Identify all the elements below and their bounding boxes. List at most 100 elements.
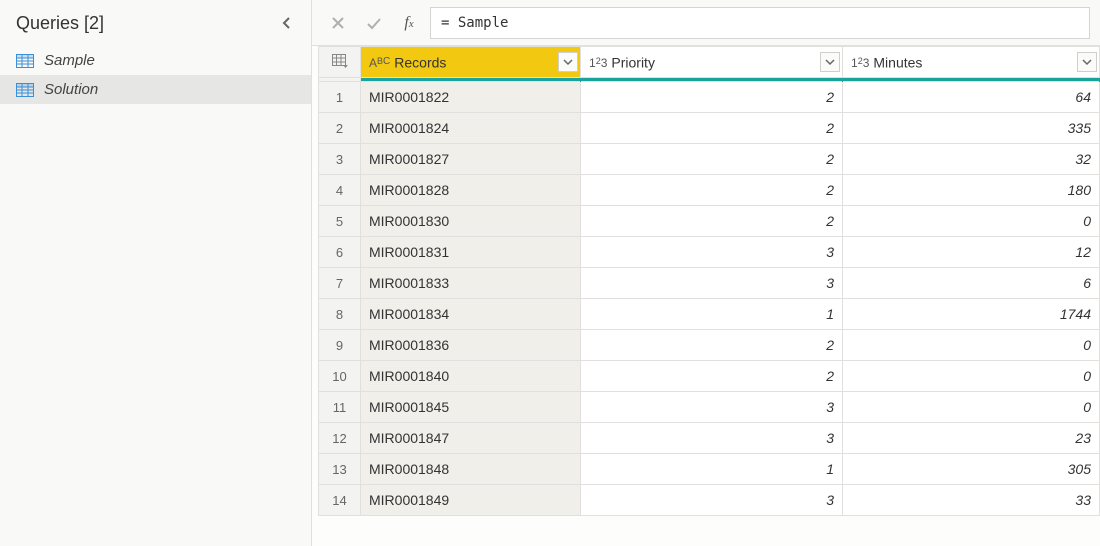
cell-records[interactable]: MIR0001831 xyxy=(361,237,581,268)
table-options-button[interactable] xyxy=(319,47,361,78)
cell-priority[interactable]: 2 xyxy=(581,113,843,144)
commit-formula-button[interactable] xyxy=(356,7,392,39)
row-number[interactable]: 4 xyxy=(319,175,361,206)
close-icon xyxy=(330,15,346,31)
cell-minutes[interactable]: 32 xyxy=(843,144,1100,175)
chevron-down-icon xyxy=(563,58,573,66)
main-area: fx xyxy=(312,0,1100,546)
column-filter-button[interactable] xyxy=(820,52,840,72)
column-filter-button[interactable] xyxy=(558,52,578,72)
cell-records[interactable]: MIR0001836 xyxy=(361,330,581,361)
table-row[interactable]: 10MIR000184020 xyxy=(319,361,1100,392)
cell-priority[interactable]: 3 xyxy=(581,392,843,423)
row-number[interactable]: 11 xyxy=(319,392,361,423)
row-number[interactable]: 3 xyxy=(319,144,361,175)
cell-records[interactable]: MIR0001830 xyxy=(361,206,581,237)
cell-records[interactable]: MIR0001840 xyxy=(361,361,581,392)
column-filter-button[interactable] xyxy=(1077,52,1097,72)
query-item-sample[interactable]: Sample xyxy=(0,46,311,75)
table-row[interactable]: 9MIR000183620 xyxy=(319,330,1100,361)
cell-minutes[interactable]: 0 xyxy=(843,330,1100,361)
cell-priority[interactable]: 1 xyxy=(581,299,843,330)
row-number[interactable]: 6 xyxy=(319,237,361,268)
cell-minutes[interactable]: 335 xyxy=(843,113,1100,144)
queries-panel-title: Queries [2] xyxy=(16,13,104,34)
cell-records[interactable]: MIR0001834 xyxy=(361,299,581,330)
formula-input[interactable] xyxy=(430,7,1090,39)
cell-records[interactable]: MIR0001847 xyxy=(361,423,581,454)
collapse-queries-button[interactable] xyxy=(275,11,299,35)
column-header-priority[interactable]: 123Priority xyxy=(581,47,843,78)
row-number[interactable]: 9 xyxy=(319,330,361,361)
cell-priority[interactable]: 2 xyxy=(581,206,843,237)
cell-priority[interactable]: 1 xyxy=(581,454,843,485)
cell-records[interactable]: MIR0001822 xyxy=(361,82,581,113)
chevron-down-icon xyxy=(825,58,835,66)
cell-priority[interactable]: 3 xyxy=(581,237,843,268)
cell-priority[interactable]: 3 xyxy=(581,485,843,516)
cell-priority[interactable]: 3 xyxy=(581,423,843,454)
table-icon xyxy=(332,54,348,68)
number-type-icon: 123 xyxy=(851,56,869,70)
column-header-minutes[interactable]: 123Minutes xyxy=(843,47,1100,78)
cell-minutes[interactable]: 12 xyxy=(843,237,1100,268)
cell-minutes[interactable]: 64 xyxy=(843,82,1100,113)
cell-records[interactable]: MIR0001824 xyxy=(361,113,581,144)
cancel-formula-button[interactable] xyxy=(320,7,356,39)
table-row[interactable]: 11MIR000184530 xyxy=(319,392,1100,423)
row-number[interactable]: 12 xyxy=(319,423,361,454)
cell-priority[interactable]: 3 xyxy=(581,268,843,299)
cell-minutes[interactable]: 1744 xyxy=(843,299,1100,330)
cell-minutes[interactable]: 180 xyxy=(843,175,1100,206)
row-number[interactable]: 7 xyxy=(319,268,361,299)
table-row[interactable]: 6MIR0001831312 xyxy=(319,237,1100,268)
chevron-left-icon xyxy=(280,16,294,30)
fx-label: fx xyxy=(392,14,426,32)
row-number[interactable]: 13 xyxy=(319,454,361,485)
data-grid: ABCRecords123Priority123Minutes 1MIR0001… xyxy=(318,46,1100,516)
cell-records[interactable]: MIR0001827 xyxy=(361,144,581,175)
row-number[interactable]: 8 xyxy=(319,299,361,330)
query-label: Sample xyxy=(44,52,95,69)
table-icon xyxy=(16,83,34,97)
cell-priority[interactable]: 2 xyxy=(581,144,843,175)
table-row[interactable]: 13MIR00018481305 xyxy=(319,454,1100,485)
cell-minutes[interactable]: 0 xyxy=(843,392,1100,423)
cell-records[interactable]: MIR0001845 xyxy=(361,392,581,423)
row-number[interactable]: 10 xyxy=(319,361,361,392)
table-row[interactable]: 5MIR000183020 xyxy=(319,206,1100,237)
cell-priority[interactable]: 2 xyxy=(581,82,843,113)
chevron-down-icon xyxy=(1082,58,1092,66)
cell-records[interactable]: MIR0001849 xyxy=(361,485,581,516)
number-type-icon: 123 xyxy=(589,56,607,70)
formula-bar: fx xyxy=(312,0,1100,46)
row-number[interactable]: 1 xyxy=(319,82,361,113)
query-item-solution[interactable]: Solution xyxy=(0,75,311,104)
table-row[interactable]: 1MIR0001822264 xyxy=(319,82,1100,113)
cell-minutes[interactable]: 305 xyxy=(843,454,1100,485)
cell-minutes[interactable]: 0 xyxy=(843,206,1100,237)
cell-minutes[interactable]: 23 xyxy=(843,423,1100,454)
table-icon xyxy=(16,54,34,68)
cell-minutes[interactable]: 33 xyxy=(843,485,1100,516)
row-number[interactable]: 5 xyxy=(319,206,361,237)
cell-minutes[interactable]: 6 xyxy=(843,268,1100,299)
cell-priority[interactable]: 2 xyxy=(581,330,843,361)
cell-records[interactable]: MIR0001833 xyxy=(361,268,581,299)
cell-priority[interactable]: 2 xyxy=(581,361,843,392)
row-number[interactable]: 14 xyxy=(319,485,361,516)
table-row[interactable]: 3MIR0001827232 xyxy=(319,144,1100,175)
column-header-records[interactable]: ABCRecords xyxy=(361,47,581,78)
table-row[interactable]: 8MIR000183411744 xyxy=(319,299,1100,330)
table-row[interactable]: 7MIR000183336 xyxy=(319,268,1100,299)
table-row[interactable]: 14MIR0001849333 xyxy=(319,485,1100,516)
row-number[interactable]: 2 xyxy=(319,113,361,144)
cell-minutes[interactable]: 0 xyxy=(843,361,1100,392)
cell-records[interactable]: MIR0001848 xyxy=(361,454,581,485)
table-row[interactable]: 2MIR00018242335 xyxy=(319,113,1100,144)
table-row[interactable]: 12MIR0001847323 xyxy=(319,423,1100,454)
cell-records[interactable]: MIR0001828 xyxy=(361,175,581,206)
table-row[interactable]: 4MIR00018282180 xyxy=(319,175,1100,206)
text-type-icon: ABC xyxy=(369,56,390,70)
cell-priority[interactable]: 2 xyxy=(581,175,843,206)
